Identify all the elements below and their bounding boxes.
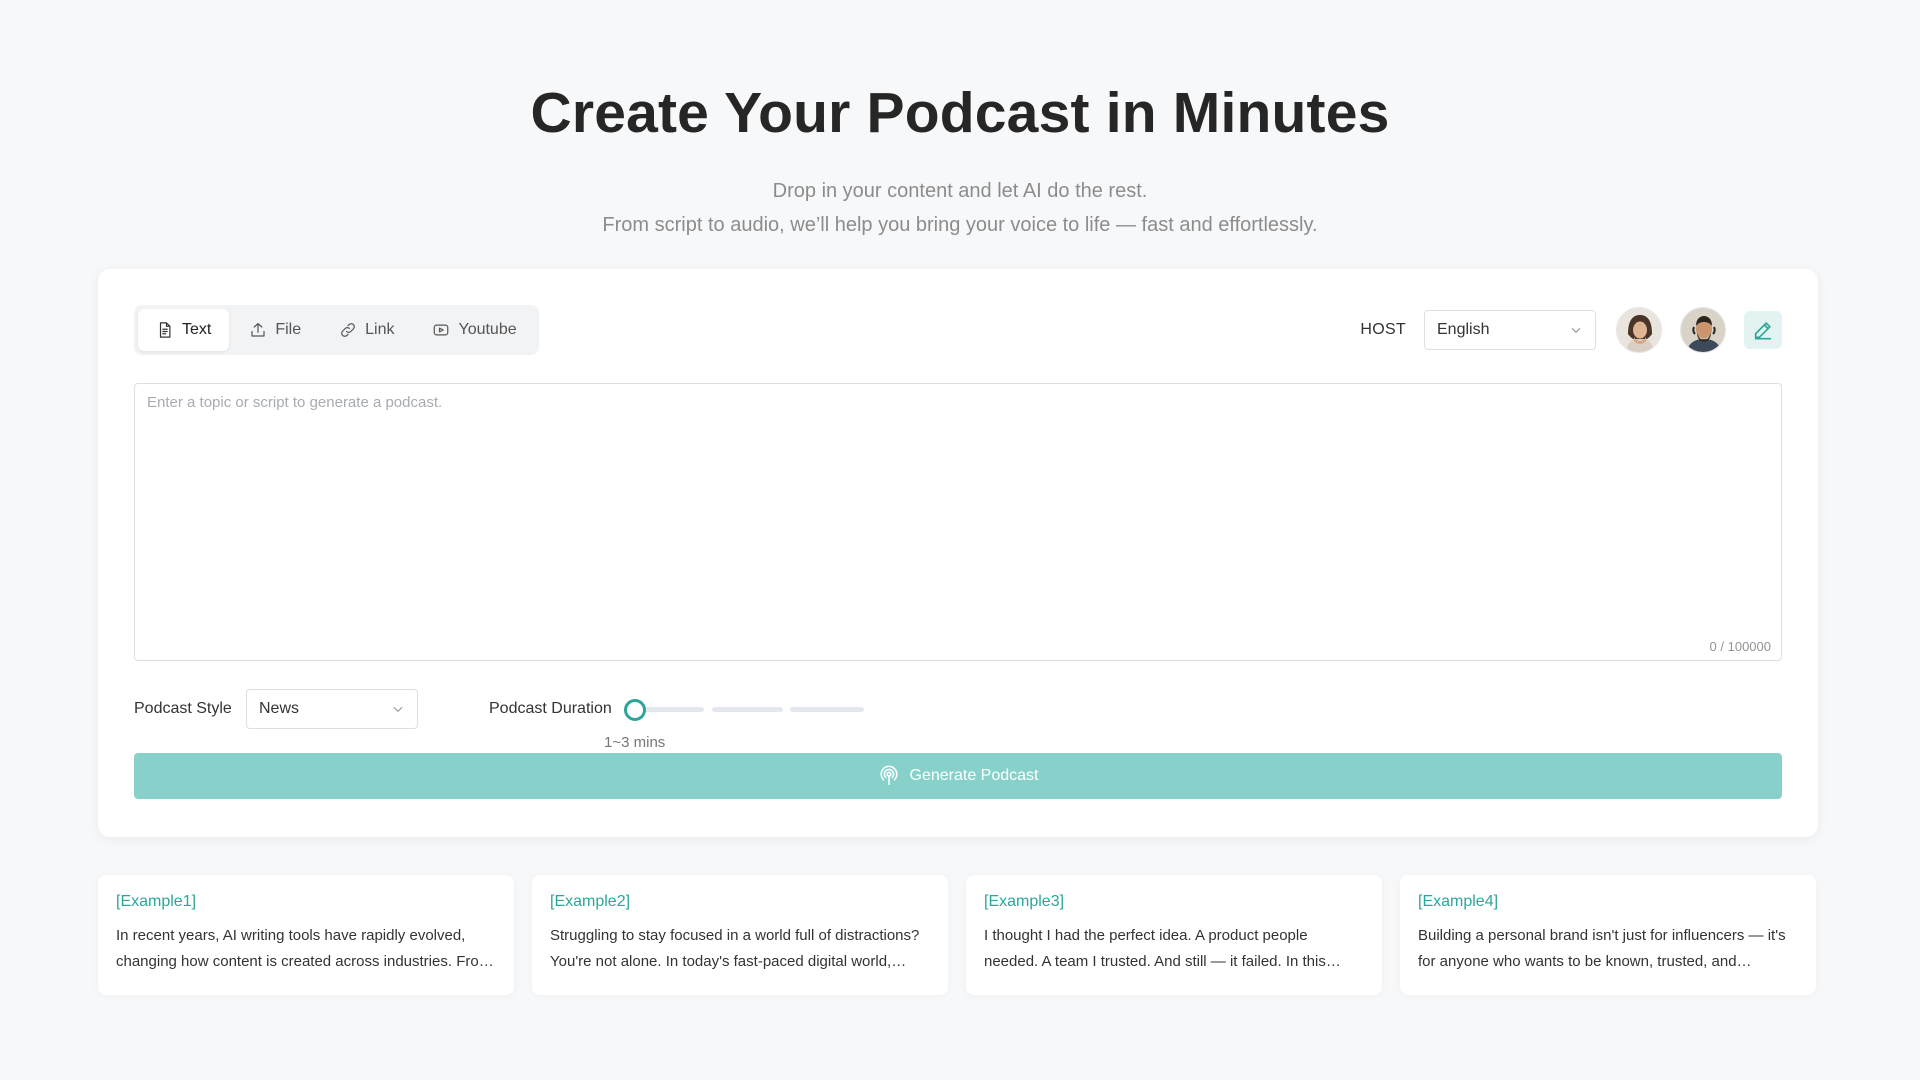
pencil-icon xyxy=(1754,322,1772,340)
hero: Create Your Podcast in Minutes Drop in y… xyxy=(0,78,1920,242)
duration-caption: 1~3 mins xyxy=(604,734,666,751)
example-title: [Example2] xyxy=(550,893,631,910)
generate-podcast-button[interactable]: Generate Podcast xyxy=(134,753,1782,799)
example-card-2[interactable]: [Example2] Struggling to stay focused in… xyxy=(532,875,948,995)
podcast-style-label: Podcast Style xyxy=(134,700,232,717)
podcast-duration-slider[interactable] xyxy=(624,699,870,721)
host-controls: HOST English xyxy=(1360,307,1782,353)
examples-row: [Example1] In recent years, AI writing t… xyxy=(98,875,1818,995)
tab-text[interactable]: Text xyxy=(138,309,230,351)
male-host-avatar[interactable] xyxy=(1680,307,1726,353)
example-text: Struggling to stay focused in a world fu… xyxy=(550,927,920,970)
document-icon xyxy=(159,322,171,338)
generate-label: Generate Podcast xyxy=(909,767,1039,784)
podcast-duration-label: Podcast Duration xyxy=(489,700,612,717)
slider-segment-3 xyxy=(790,707,864,712)
tab-label: File xyxy=(275,321,302,338)
slider-segment-2 xyxy=(712,707,783,712)
slider-handle[interactable] xyxy=(624,699,646,721)
podcast-creator-card: Text File Link Youtube HOST English Ente… xyxy=(98,269,1818,837)
example-text: In recent years, AI writing tools have r… xyxy=(116,927,492,970)
page-subtitle: Drop in your content and let AI do the r… xyxy=(0,174,1920,242)
example-card-1[interactable]: [Example1] In recent years, AI writing t… xyxy=(98,875,514,995)
page-title: Create Your Podcast in Minutes xyxy=(530,81,1390,145)
podcast-icon xyxy=(879,765,898,786)
example-text: Building a personal brand isn't just for… xyxy=(1418,927,1786,970)
example-title: [Example4] xyxy=(1418,893,1499,910)
example-card-4[interactable]: [Example4] Building a personal brand isn… xyxy=(1400,875,1816,995)
host-label: HOST xyxy=(1360,321,1406,338)
character-counter: 0 / 100000 xyxy=(1709,639,1771,654)
language-value: English xyxy=(1437,321,1490,338)
subtitle-line-2: From script to audio, we’ll help you bri… xyxy=(602,214,1318,236)
example-title: [Example3] xyxy=(984,893,1065,910)
tab-label: Youtube xyxy=(458,321,517,338)
script-input-container: 0 / 100000 xyxy=(134,383,1782,661)
tab-label: Link xyxy=(365,321,395,338)
script-input[interactable] xyxy=(135,384,1781,660)
edit-hosts-button[interactable] xyxy=(1744,311,1782,349)
podcast-style-select[interactable]: News xyxy=(246,689,418,729)
example-title: [Example1] xyxy=(116,893,197,910)
example-card-3[interactable]: [Example3] I thought I had the perfect i… xyxy=(966,875,1382,995)
podcast-style-value: News xyxy=(259,700,300,717)
chevron-down-icon xyxy=(1571,327,1581,334)
language-select[interactable]: English xyxy=(1424,310,1596,350)
tab-link[interactable]: Link xyxy=(321,309,412,351)
tab-label: Text xyxy=(182,321,212,338)
chevron-down-icon xyxy=(393,706,403,713)
tab-youtube[interactable]: Youtube xyxy=(414,309,534,351)
example-text: I thought I had the perfect idea. A prod… xyxy=(984,927,1326,970)
subtitle-line-1: Drop in your content and let AI do the r… xyxy=(772,180,1148,202)
tab-file[interactable]: File xyxy=(231,309,319,351)
link-icon xyxy=(341,323,355,337)
input-type-tabs: Text File Link Youtube xyxy=(134,305,539,355)
upload-icon xyxy=(251,323,265,337)
youtube-icon xyxy=(434,324,449,336)
podcast-options: Podcast Style News Podcast Duration 1~3 … xyxy=(134,689,1782,751)
female-host-avatar[interactable] xyxy=(1616,307,1662,353)
